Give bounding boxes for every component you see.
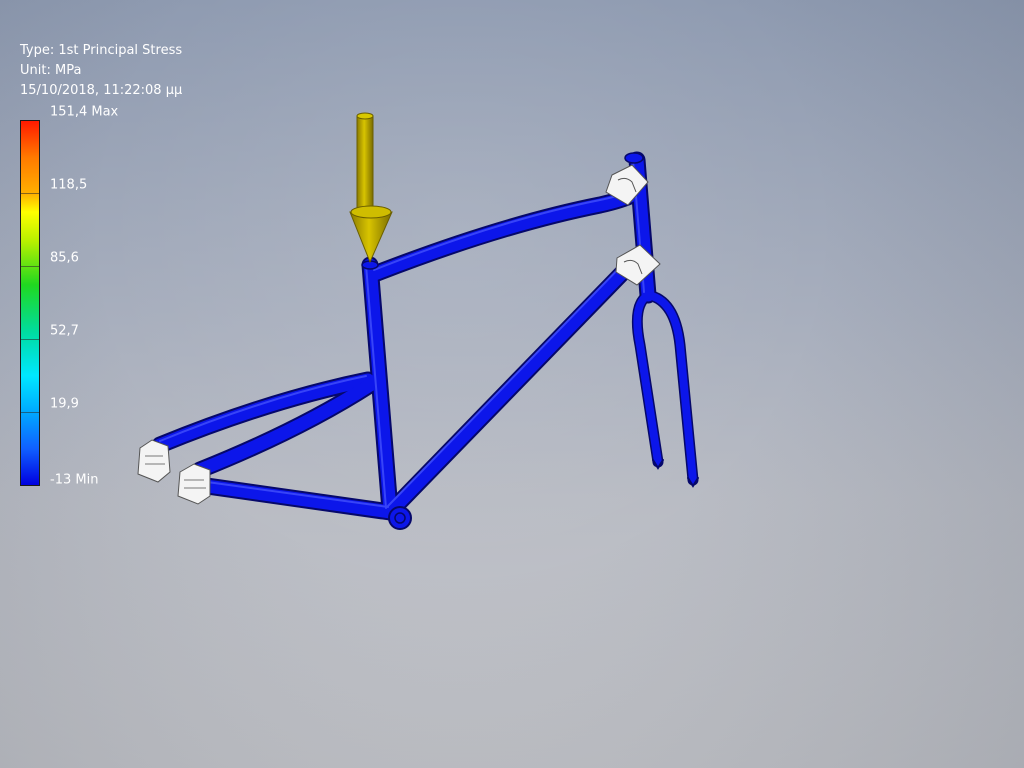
model-viewport[interactable]	[0, 0, 1024, 768]
force-load-arrow[interactable]	[349, 112, 393, 264]
fixed-constraint-marker[interactable]	[177, 463, 211, 505]
bicycle-frame-mesh[interactable]	[151, 151, 699, 530]
fixed-constraint-marker[interactable]	[137, 439, 171, 483]
